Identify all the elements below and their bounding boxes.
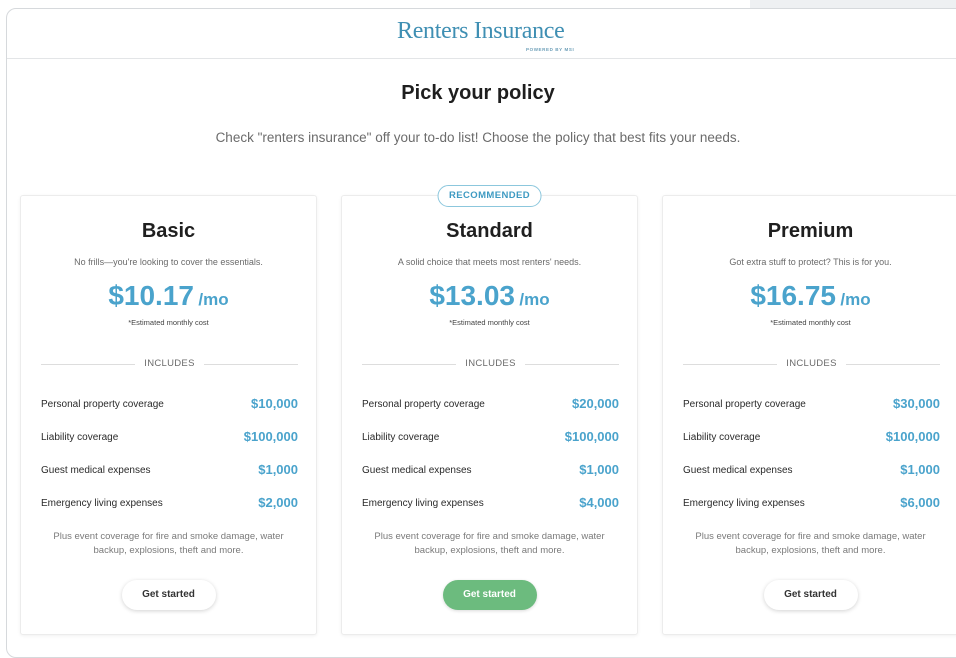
coverage-value: $6,000 xyxy=(900,495,940,510)
plan-price: $13.03 /mo xyxy=(342,280,637,312)
coverage-row: Personal property coverage $10,000 xyxy=(41,396,298,414)
coverage-value: $20,000 xyxy=(572,396,619,411)
plan-name: Basic xyxy=(141,220,196,242)
coverage-name: Emergency living expenses xyxy=(41,498,163,509)
get-started-button-standard[interactable]: Get started xyxy=(442,580,537,610)
coverage-row: Liability coverage $100,000 xyxy=(362,429,619,447)
plan-name: Standard xyxy=(446,220,533,242)
plan-card-standard: RECOMMENDED Standard A solid choice that… xyxy=(341,185,638,635)
extra-coverage-note: Plus event coverage for fire and smoke d… xyxy=(374,531,605,556)
plan-card-premium: Premium Got extra stuff to protect? This… xyxy=(662,195,956,635)
plan-name: Premium xyxy=(767,220,854,242)
coverage-value: $100,000 xyxy=(885,429,940,444)
recommended-badge: RECOMMENDED xyxy=(437,185,542,207)
extra-coverage-note: Plus event coverage for fire and smoke d… xyxy=(695,531,926,556)
coverage-row: Liability coverage $100,000 xyxy=(683,429,940,447)
coverage-value: $100,000 xyxy=(243,429,298,444)
coverage-name: Liability coverage xyxy=(683,432,761,443)
coverage-value: $10,000 xyxy=(251,396,298,411)
get-started-button-premium[interactable]: Get started xyxy=(763,580,858,610)
plan-price: $10.17 /mo xyxy=(21,280,316,312)
includes-divider: INCLUDES xyxy=(41,357,298,371)
plan-description: A solid choice that meets most renters' … xyxy=(397,257,582,267)
price-note: *Estimated monthly cost xyxy=(449,318,530,327)
coverage-value: $2,000 xyxy=(258,495,298,510)
price-period: /mo xyxy=(519,290,550,309)
coverage-name: Liability coverage xyxy=(362,432,440,443)
includes-label: INCLUDES xyxy=(144,358,195,369)
coverage-name: Emergency living expenses xyxy=(362,498,484,509)
price-amount: $10.17 xyxy=(108,280,194,311)
logo-subtitle: POWERED BY MSI xyxy=(526,47,575,52)
coverage-name: Emergency living expenses xyxy=(683,498,805,509)
coverage-name: Personal property coverage xyxy=(362,399,485,410)
coverage-row: Emergency living expenses $4,000 xyxy=(362,495,619,513)
coverage-name: Personal property coverage xyxy=(683,399,806,410)
coverage-row: Personal property coverage $20,000 xyxy=(362,396,619,414)
includes-divider: INCLUDES xyxy=(362,357,619,371)
logo[interactable]: Renters Insurance xyxy=(397,18,565,45)
coverage-row: Guest medical expenses $1,000 xyxy=(683,462,940,480)
page-subtitle: Check "renters insurance" off your to-do… xyxy=(215,130,741,145)
coverage-name: Guest medical expenses xyxy=(362,465,472,476)
includes-divider: INCLUDES xyxy=(683,357,940,371)
coverage-value: $100,000 xyxy=(564,429,619,444)
plan-card-basic: Basic No frills—you're looking to cover … xyxy=(20,195,317,635)
price-amount: $16.75 xyxy=(750,280,836,311)
coverage-row: Personal property coverage $30,000 xyxy=(683,396,940,414)
price-amount: $13.03 xyxy=(429,280,515,311)
coverage-value: $1,000 xyxy=(579,462,619,477)
coverage-value: $1,000 xyxy=(900,462,940,477)
coverage-row: Guest medical expenses $1,000 xyxy=(362,462,619,480)
header: Renters Insurance POWERED BY MSI xyxy=(7,9,956,59)
price-period: /mo xyxy=(840,290,871,309)
includes-label: INCLUDES xyxy=(465,358,516,369)
coverage-value: $1,000 xyxy=(258,462,298,477)
plan-description: No frills—you're looking to cover the es… xyxy=(74,257,263,267)
coverage-row: Emergency living expenses $6,000 xyxy=(683,495,940,513)
coverage-value: $30,000 xyxy=(893,396,940,411)
coverage-row: Guest medical expenses $1,000 xyxy=(41,462,298,480)
price-note: *Estimated monthly cost xyxy=(128,318,209,327)
coverage-name: Guest medical expenses xyxy=(41,465,151,476)
coverage-name: Guest medical expenses xyxy=(683,465,793,476)
coverage-row: Emergency living expenses $2,000 xyxy=(41,495,298,513)
plan-price: $16.75 /mo xyxy=(663,280,956,312)
page-title: Pick your policy xyxy=(401,82,555,104)
price-period: /mo xyxy=(198,290,229,309)
get-started-button-basic[interactable]: Get started xyxy=(121,580,216,610)
coverage-value: $4,000 xyxy=(579,495,619,510)
includes-label: INCLUDES xyxy=(786,358,837,369)
plan-description: Got extra stuff to protect? This is for … xyxy=(729,257,892,267)
coverage-name: Personal property coverage xyxy=(41,399,164,410)
price-note: *Estimated monthly cost xyxy=(770,318,851,327)
coverage-row: Liability coverage $100,000 xyxy=(41,429,298,447)
coverage-name: Liability coverage xyxy=(41,432,119,443)
extra-coverage-note: Plus event coverage for fire and smoke d… xyxy=(53,531,284,556)
